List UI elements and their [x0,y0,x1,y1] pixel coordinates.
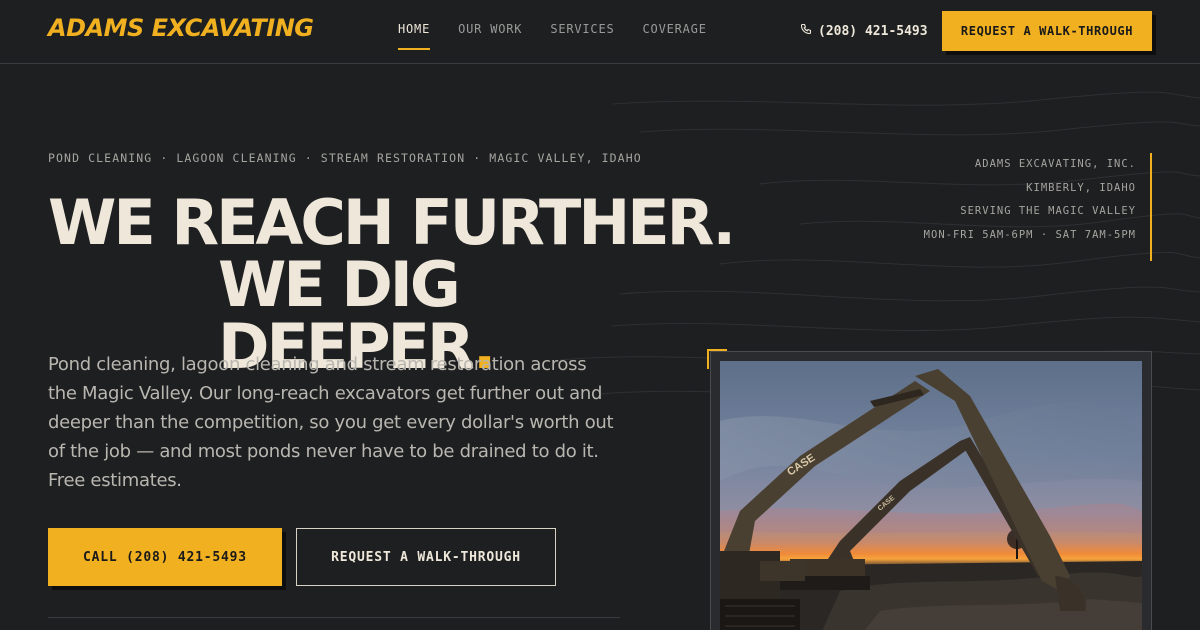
hero-photo-frame: CASE CASE [710,351,1152,630]
logo[interactable]: ADAMS EXCAVATING [48,14,314,42]
divider [48,617,620,618]
header-phone-link[interactable]: (208) 421-5493 [800,23,928,39]
walkthrough-button[interactable]: REQUEST A WALK-THROUGH [296,528,556,586]
nav-home[interactable]: HOME [398,22,431,50]
hero-eyebrow: POND CLEANING · LAGOON CLEANING · STREAM… [48,151,642,165]
call-button[interactable]: CALL (208) 421-5493 [48,528,282,586]
main-nav: HOME OUR WORK SERVICES COVERAGE [398,22,707,50]
info-location: KIMBERLY, IDAHO [1026,181,1136,194]
nav-coverage[interactable]: COVERAGE [643,22,707,50]
phone-icon [800,23,812,39]
excavator-sunset-photo: CASE CASE [720,361,1142,630]
nav-services[interactable]: SERVICES [550,22,614,50]
site-header: ADAMS EXCAVATING HOME OUR WORK SERVICES … [0,0,1200,64]
header-walkthrough-button[interactable]: REQUEST A WALK-THROUGH [942,11,1152,51]
header-phone-number: (208) 421-5493 [818,23,928,39]
info-hours: MON-FRI 5AM-6PM · SAT 7AM-5PM [923,228,1136,241]
nav-our-work[interactable]: OUR WORK [458,22,522,50]
hero-description: Pond cleaning, lagoon cleaning and strea… [48,354,614,491]
company-info-block: ADAMS EXCAVATING, INC. KIMBERLY, IDAHO S… [892,153,1152,261]
info-company: ADAMS EXCAVATING, INC. [974,158,1136,170]
info-serving: SERVING THE MAGIC VALLEY [960,205,1136,217]
